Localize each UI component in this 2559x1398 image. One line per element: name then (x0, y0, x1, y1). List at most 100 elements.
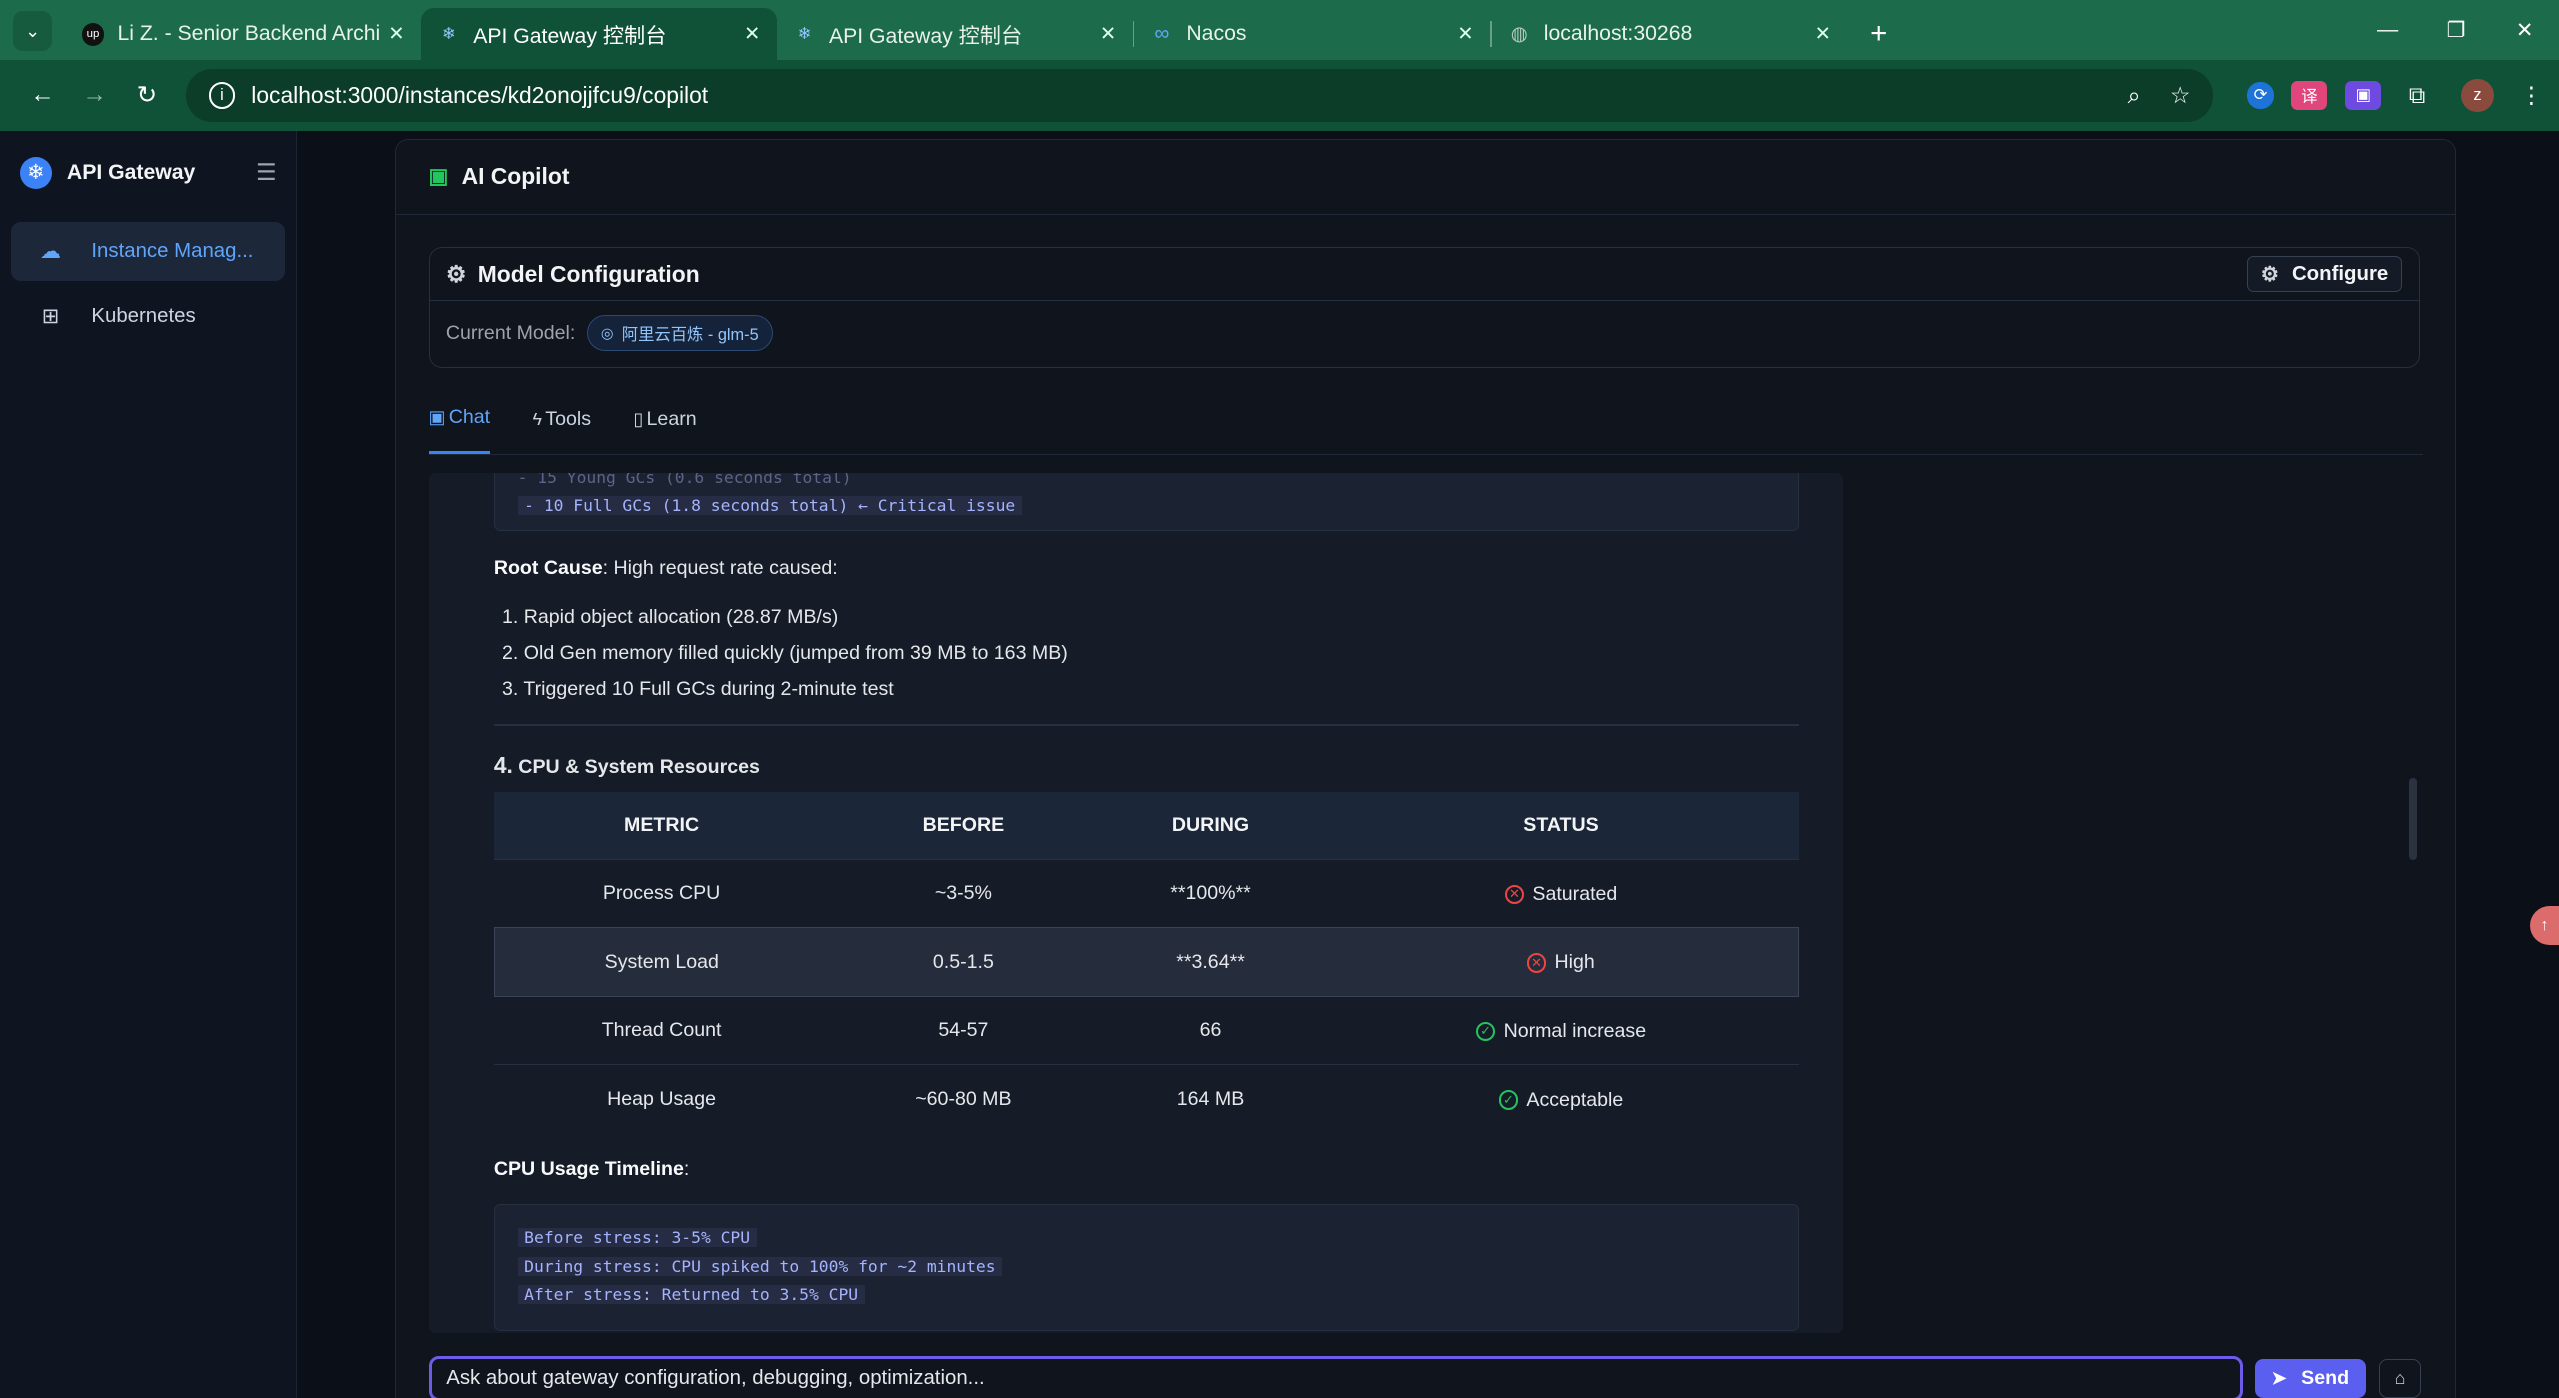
app-shell: ❄ API Gateway ☰ ☁ Instance Manag... ⊞ Ku… (0, 130, 2559, 1398)
current-model-badge: ◎ 阿里云百炼 - glm-5 (586, 315, 773, 352)
reload-icon[interactable]: ↻ (121, 80, 173, 110)
chat-input[interactable]: Ask about gateway configuration, debuggi… (428, 1355, 2244, 1398)
list-item: 1. Rapid object allocation (28.87 MB/s) (501, 605, 839, 628)
table-row: System Load 0.5-1.5 **3.64** ✕ High (493, 927, 1800, 997)
sidebar-item-instance-management[interactable]: ☁ Instance Manag... (11, 221, 285, 281)
close-window-icon[interactable]: ✕ (2490, 0, 2559, 60)
url-text[interactable]: localhost:3000/instances/kd2onojjfcu9/co… (251, 82, 2098, 109)
tab-label: Learn (646, 407, 697, 430)
tab-close-icon[interactable]: ✕ (388, 22, 404, 46)
cell-during: 66 (1097, 995, 1324, 1065)
back-arrow-icon[interactable]: ← (16, 81, 68, 109)
tab-chat[interactable]: ▣ Chat (428, 384, 491, 455)
code-line: - 10 Full GCs (1.8 seconds total) ← Crit… (517, 496, 1022, 516)
new-tab-plus-icon[interactable]: + (1870, 17, 1887, 51)
code-line: During stress: CPU spiked to 100% for ~2… (517, 1256, 1003, 1276)
gateway-favicon-icon: ❄ (441, 25, 456, 44)
browser-tab[interactable]: ◍ localhost:30268 ✕ (1492, 8, 1848, 60)
tab-close-icon[interactable]: ✕ (1457, 22, 1473, 46)
tab-close-icon[interactable]: ✕ (1100, 22, 1116, 46)
status-text: High (1554, 951, 1595, 974)
status-text: Acceptable (1526, 1088, 1624, 1111)
cpu-metrics-table: METRIC BEFORE DURING STATUS Process CPU … (493, 792, 1800, 1134)
list-item: 3. Triggered 10 Full GCs during 2-minute… (501, 677, 894, 700)
page-scrollbar[interactable] (2408, 778, 2417, 861)
browser-tab[interactable]: ❄ API Gateway 控制台 ✕ (777, 8, 1133, 60)
forward-arrow-icon[interactable]: → (69, 81, 121, 109)
tab-close-icon[interactable]: ✕ (744, 22, 760, 46)
list-item-text: Rapid object allocation (28.87 MB/s) (523, 605, 839, 628)
model-card-title: Model Configuration (477, 260, 700, 287)
send-button[interactable]: ➤ Send (2254, 1358, 2366, 1398)
status-text: Normal increase (1503, 1019, 1647, 1042)
check-circle-icon: ✓ (1475, 1021, 1496, 1042)
extensions-puzzle-icon[interactable]: ⧉ (2399, 81, 2435, 110)
current-model-label: Current Model: (445, 321, 576, 344)
x-circle-icon: ✕ (1526, 953, 1547, 973)
tab-title: Nacos (1186, 22, 1247, 46)
tab-close-icon[interactable]: ✕ (1815, 22, 1831, 46)
sidebar-item-label: Instance Manag... (91, 239, 254, 262)
bookmark-star-icon[interactable]: ☆ (2170, 82, 2190, 109)
sidebar-collapse-icon[interactable]: ☰ (256, 159, 276, 186)
extension-chat-icon[interactable]: ▣ (2345, 80, 2382, 111)
restore-icon[interactable]: ❐ (2422, 0, 2491, 60)
sitemap-icon: ⊞ (41, 305, 60, 329)
timeline-colon: : (683, 1158, 690, 1181)
extension-sync-icon[interactable]: ⟳ (2247, 82, 2274, 109)
browser-tab[interactable]: ∞ Nacos ✕ (1134, 8, 1490, 60)
browser-tab-bar: ⌄ up Li Z. - Senior Backend Archite ✕ ❄ … (0, 0, 2559, 61)
chat-icon: ▣ (428, 407, 446, 428)
tab-tools[interactable]: ϟ Tools (533, 384, 591, 454)
browser-tab[interactable]: up Li Z. - Senior Backend Archite ✕ (65, 8, 421, 60)
chat-message-area[interactable]: - 15 Young GCs (0.6 seconds total) - 10 … (428, 472, 1844, 1333)
section-divider (493, 723, 1800, 726)
zoom-icon[interactable]: ⌕ (2128, 82, 2141, 109)
section-heading: 4. CPU & System Resources (494, 752, 760, 779)
current-model-row: Current Model: ◎ 阿里云百炼 - glm-5 (430, 301, 2419, 366)
sidebar-item-label: Kubernetes (91, 305, 196, 328)
table-row: Process CPU ~3-5% **100%** ✕ Saturated (494, 858, 1799, 928)
code-line: Before stress: 3-5% CPU (517, 1228, 757, 1248)
table-row: Heap Usage ~60-80 MB 164 MB ✓ Acceptable (494, 1064, 1799, 1134)
x-circle-icon: ✕ (1504, 884, 1525, 905)
address-bar[interactable]: i localhost:3000/instances/kd2onojjfcu9/… (186, 69, 2214, 122)
sidebar-item-kubernetes[interactable]: ⊞ Kubernetes (11, 287, 284, 346)
gear-icon: ⚙ (2260, 263, 2279, 286)
tab-learn[interactable]: ▯ Learn (633, 384, 696, 454)
minimize-icon[interactable]: — (2353, 0, 2422, 60)
root-cause-paragraph: Root Cause: High request rate caused: (494, 557, 838, 580)
code-line: After stress: Returned to 3.5% CPU (517, 1285, 865, 1305)
tab-title: Li Z. - Senior Backend Archite (117, 22, 379, 46)
configure-label: Configure (2291, 262, 2389, 285)
cell-status: ✕ High (1323, 927, 1800, 997)
tab-title: localhost:30268 (1543, 22, 1693, 46)
browser-tab-active[interactable]: ❄ API Gateway 控制台 ✕ (421, 8, 777, 61)
cell-before: ~3-5% (828, 858, 1098, 928)
globe-favicon-icon: ◍ (1510, 23, 1528, 46)
browser-menu-icon[interactable]: ⋮ (2520, 82, 2543, 109)
site-info-icon[interactable]: i (208, 82, 235, 109)
status-text: Saturated (1532, 882, 1618, 905)
brand: ❄ API Gateway ☰ (0, 131, 296, 216)
cell-status: ✓ Acceptable (1323, 1064, 1799, 1134)
tab-search-button[interactable]: ⌄ (13, 11, 53, 51)
panel-header: ▣ AI Copilot (395, 140, 2456, 215)
current-model-value: 阿里云百炼 - glm-5 (621, 326, 759, 345)
clear-chat-button[interactable]: ⌂ (2378, 1358, 2422, 1398)
model-configuration-card: ⚙ Model Configuration ⚙ Configure Curren… (428, 247, 2420, 369)
brand-name: API Gateway (66, 160, 196, 184)
timeline-heading: CPU Usage Timeline: (494, 1158, 690, 1181)
tab-label: Tools (545, 407, 591, 430)
configure-button[interactable]: ⚙ Configure (2246, 256, 2403, 292)
copilot-tabs: ▣ Chat ϟ Tools ▯ Learn (428, 384, 2423, 455)
cell-during: **100%** (1097, 858, 1324, 928)
nacos-favicon-icon: ∞ (1154, 22, 1170, 46)
copilot-panel: ▣ AI Copilot ⚙ Model Configuration ⚙ Con… (394, 138, 2457, 1398)
book-icon: ▯ (633, 408, 644, 429)
browser-toolbar: ← → ↻ i localhost:3000/instances/kd2onoj… (0, 60, 2559, 131)
extension-translate-icon[interactable]: 译 (2291, 80, 2328, 111)
window-controls: — ❐ ✕ (2353, 0, 2559, 60)
profile-avatar[interactable]: z (2461, 79, 2494, 112)
gc-code-block: - 15 Young GCs (0.6 seconds total) - 10 … (493, 472, 1800, 532)
